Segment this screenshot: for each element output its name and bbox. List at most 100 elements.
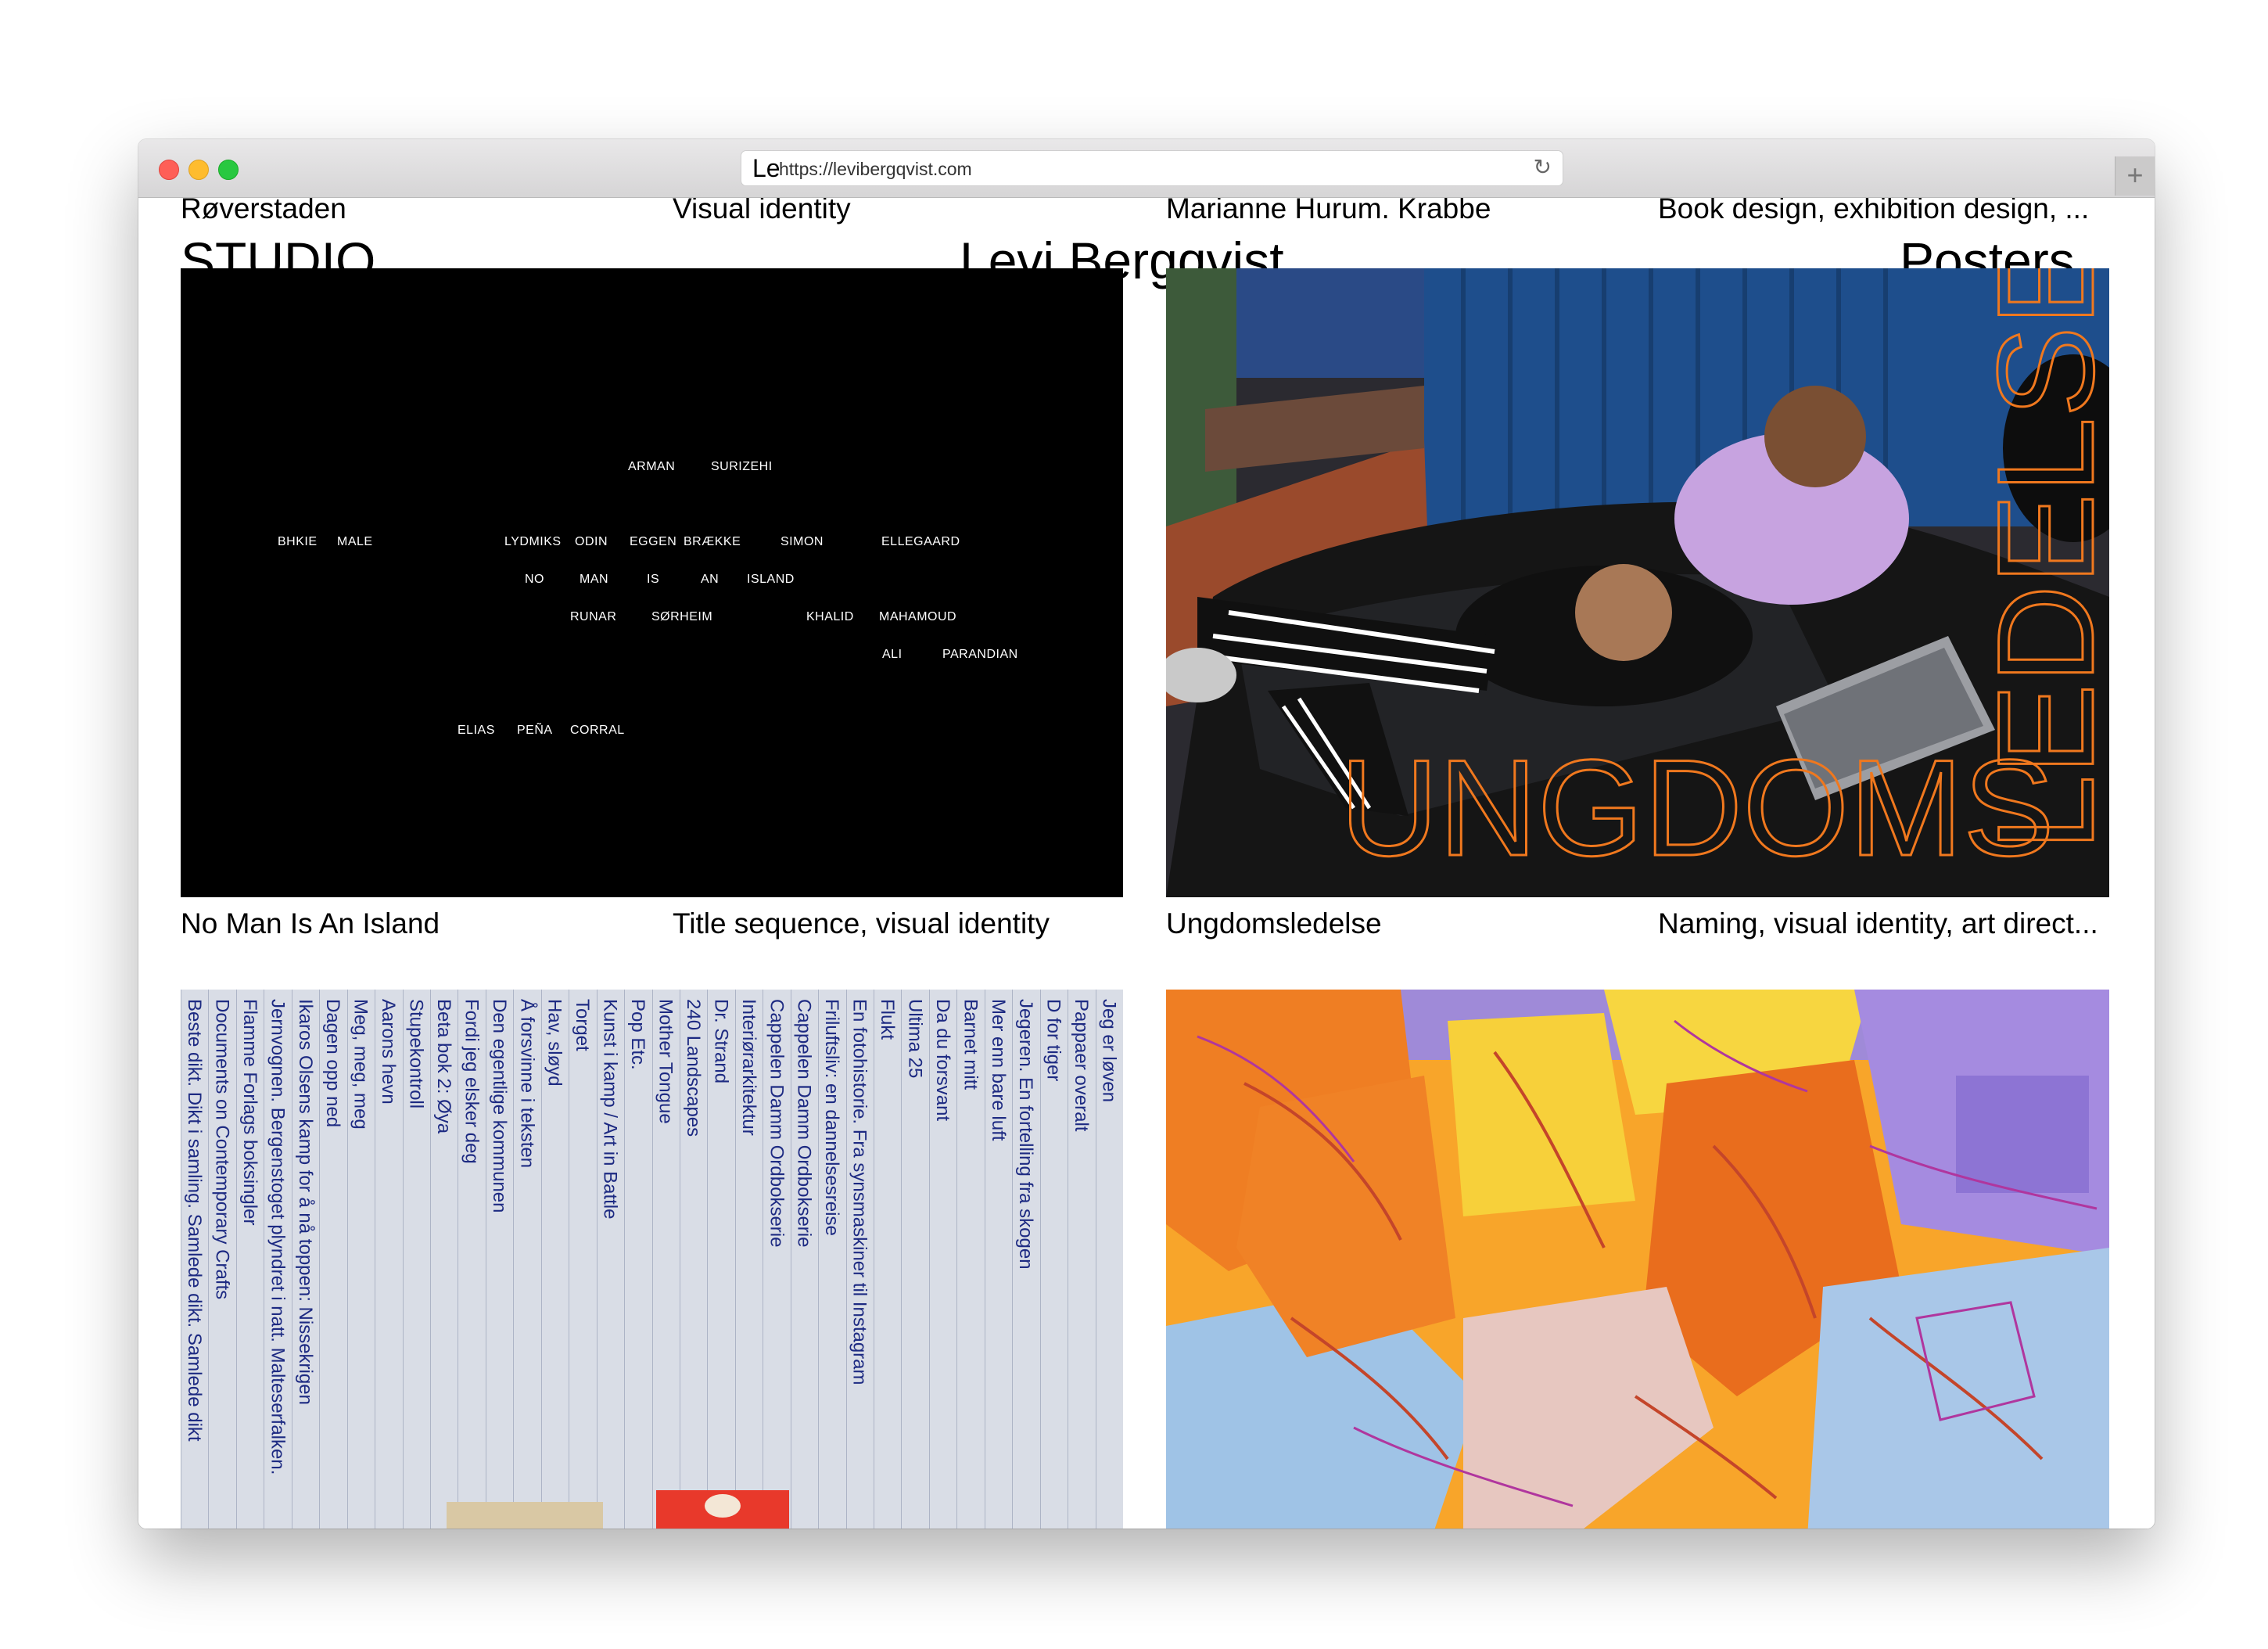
book-spine-title: Kunst i kamp / Art in Battle: [599, 999, 621, 1220]
credit-text: MAN: [580, 573, 609, 586]
book-spine-title: Interiørarkitektur: [737, 999, 759, 1136]
book-spine: Fordi jeg elsker deg: [458, 990, 486, 1529]
book-spine-title: Cappelen Damm Ordbokserie: [793, 999, 815, 1248]
book-object: [447, 1502, 603, 1529]
book-spine-title: Stupekontroll: [405, 999, 427, 1109]
logo-word-ungdoms: UNGDOMS: [1340, 732, 2054, 885]
book-spine: Stupekontroll: [402, 990, 431, 1529]
project-title[interactable]: Marianne Hurum. Krabbe: [1166, 197, 1491, 225]
url-text[interactable]: https://levibergqvist.com: [779, 159, 972, 180]
book-spine: Dr. Strand: [707, 990, 735, 1529]
book-spine-title: 240 Landscapes: [682, 999, 704, 1137]
book-spine: Da du forsvant: [928, 990, 957, 1529]
credit-text: MALE: [337, 535, 373, 548]
book-sticker: [705, 1494, 741, 1518]
book-spine-title: Barnet mitt: [960, 999, 981, 1090]
book-spine: Cappelen Damm Ordbokserie: [790, 990, 819, 1529]
book-spine: Den egentlige kommunen: [485, 990, 514, 1529]
project-thumbnail-illustration[interactable]: [1166, 990, 2109, 1529]
book-spine: En fotohistorie. Fra synsmaskiner til In…: [845, 990, 874, 1529]
project-title[interactable]: No Man Is An Island: [181, 907, 440, 940]
book-spine-title: Friluftsliv: en dannelsesreise: [821, 999, 843, 1236]
book-spine-title: Å forsvinne i teksten: [516, 999, 538, 1169]
credit-text: ELIAS: [458, 724, 495, 737]
project-title[interactable]: Røverstaden: [181, 197, 346, 225]
book-spine: Beta bok 2: Øya: [429, 990, 458, 1529]
credit-text: ARMAN: [628, 460, 676, 473]
credit-text: AN: [701, 573, 720, 586]
credit-text: ISLAND: [747, 573, 795, 586]
credit-text: RUNAR: [570, 610, 617, 623]
project-type: Naming, visual identity, art direct...: [1658, 907, 2098, 939]
book-spine-title: Aarons hevn: [378, 999, 400, 1105]
book-spine: D for tiger: [1039, 990, 1068, 1529]
project-thumbnail-ungdomsledelse[interactable]: UNGDOMS LEDELSE: [1166, 268, 2109, 897]
minimize-window-button[interactable]: [188, 160, 209, 180]
book-spine: Kunst i kamp / Art in Battle: [596, 990, 625, 1529]
book-spine-title: Da du forsvant: [931, 999, 953, 1122]
project-type: Title sequence, visual identity: [673, 907, 1050, 939]
book-spine-title: Jegeren. En fortelling fra skogen: [1015, 999, 1037, 1270]
book-spine: Mother Tongue: [651, 990, 680, 1529]
browser-titlebar: Le https://levibergqvist.com ↻ +: [138, 139, 2155, 198]
book-spine: Meg, meg, meg: [346, 990, 375, 1529]
site-favicon: Le: [752, 154, 781, 182]
book-spine-title: Beta bok 2: Øya: [432, 999, 454, 1134]
credit-text: SURIZEHI: [711, 460, 773, 473]
book-spine-title: Pappaer overalt: [1071, 999, 1093, 1132]
browser-window: Le https://levibergqvist.com ↻ + Røverst…: [138, 139, 2155, 1529]
book-spine: Beste dikt. Dikt i samling. Samlede dikt…: [181, 990, 209, 1529]
book-spine: Cappelen Damm Ordbokserie: [763, 990, 791, 1529]
book-spine-title: Jeg er løven: [1098, 999, 1120, 1103]
book-spine-title: Pop Etc.: [627, 999, 649, 1070]
project-type: Visual identity: [673, 197, 851, 225]
project-type: Book design, exhibition design, ...: [1658, 197, 2090, 225]
book-spine-title: Dagen opp ned: [322, 999, 344, 1128]
project-thumbnail-book-spines[interactable]: Beste dikt. Dikt i samling. Samlede dikt…: [181, 990, 1123, 1529]
book-spine: Pop Etc.: [624, 990, 652, 1529]
book-spine: Dagen opp ned: [319, 990, 347, 1529]
book-spine: Hav, sløyd: [540, 990, 569, 1529]
book-spine: Flamme Forlags boksingler: [235, 990, 264, 1529]
credit-text: NO: [525, 573, 544, 586]
address-bar[interactable]: Le https://levibergqvist.com ↻: [741, 150, 1563, 186]
book-spine-title: Hav, sløyd: [544, 999, 565, 1087]
page-content: Røverstaden Visual identity Marianne Hur…: [138, 197, 2155, 1529]
book-spine-title: Torget: [572, 999, 594, 1051]
book-spine-title: Meg, meg, meg: [350, 999, 371, 1130]
book-spine: Pappaer overalt: [1068, 990, 1096, 1529]
logo-word-ledelse: LEDELSE: [1970, 268, 2109, 851]
book-spine-title: En fotohistorie. Fra synsmaskiner til In…: [849, 999, 870, 1385]
book-spine: Barnet mitt: [956, 990, 985, 1529]
credit-text: ELLEGAARD: [881, 535, 960, 548]
zoom-window-button[interactable]: [218, 160, 239, 180]
book-spine-title: Beste dikt. Dikt i samling. Samlede dikt…: [184, 999, 205, 1442]
book-spine-title: Dr. Strand: [710, 999, 732, 1084]
new-tab-button[interactable]: +: [2115, 156, 2155, 196]
credit-text: SIMON: [781, 535, 824, 548]
book-spine: Jeg er løven: [1095, 990, 1123, 1529]
credit-text: KHALID: [806, 610, 854, 623]
reload-icon[interactable]: ↻: [1534, 156, 1552, 179]
credit-text: BRÆKKE: [684, 535, 741, 548]
close-window-button[interactable]: [159, 160, 179, 180]
project-title[interactable]: Ungdomsledelse: [1166, 907, 1382, 940]
credit-text: IS: [647, 573, 660, 586]
book-spine: Friluftsliv: en dannelsesreise: [818, 990, 846, 1529]
book-spine: Ultima 25: [901, 990, 929, 1529]
book-spine-title: D for tiger: [1042, 999, 1064, 1082]
project-thumbnail-no-man-is-an-island[interactable]: ARMAN SURIZEHI BHKIE MALE LYDMIKS ODIN E…: [181, 268, 1123, 897]
book-spine: Torget: [569, 990, 597, 1529]
book-spine: Å forsvinne i teksten: [513, 990, 541, 1529]
book-spine-title: Cappelen Damm Ordbokserie: [766, 999, 788, 1248]
book-spine: Interiørarkitektur: [734, 990, 763, 1529]
book-spine-title: Flukt: [877, 999, 899, 1040]
credit-text: ALI: [882, 648, 903, 661]
book-spine: Aarons hevn: [375, 990, 403, 1529]
book-spine: Mer enn bare luft: [984, 990, 1013, 1529]
book-spine: Jegeren. En fortelling fra skogen: [1012, 990, 1040, 1529]
credit-text: SØRHEIM: [651, 610, 713, 623]
credit-text: BHKIE: [278, 535, 318, 548]
credit-text: MAHAMOUD: [879, 610, 957, 623]
book-spine-title: Mer enn bare luft: [987, 999, 1009, 1141]
